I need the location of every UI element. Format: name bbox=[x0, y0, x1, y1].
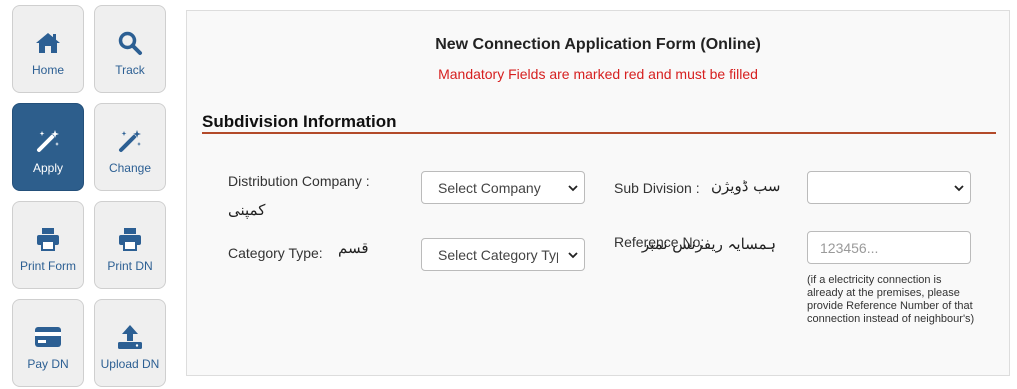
mandatory-note: Mandatory Fields are marked red and must… bbox=[438, 66, 758, 82]
track-label: Track bbox=[115, 63, 145, 77]
home-icon bbox=[35, 30, 61, 56]
track-button[interactable]: Track bbox=[94, 5, 166, 93]
form-title: New Connection Application Form (Online) bbox=[435, 36, 761, 53]
reference-no-urdu-label: ہمسایہ ریفرنس نمبر bbox=[641, 235, 776, 253]
change-button[interactable]: Change bbox=[94, 103, 166, 191]
magic-wand-icon bbox=[35, 128, 61, 154]
sub-division-label: Sub Division : bbox=[614, 180, 700, 196]
category-type-select[interactable]: Select Category Type bbox=[421, 238, 585, 271]
change-label: Change bbox=[108, 161, 152, 175]
pay-dn-button[interactable]: Pay DN bbox=[12, 299, 84, 387]
print-dn-button[interactable]: Print DN bbox=[94, 201, 166, 289]
distribution-company-label: Distribution Company : bbox=[228, 173, 370, 189]
magic-wand-icon bbox=[117, 128, 143, 154]
reference-no-hint: (if a electricity connection is already … bbox=[807, 274, 975, 325]
home-button[interactable]: Home bbox=[12, 5, 84, 93]
upload-dn-button[interactable]: Upload DN bbox=[94, 299, 166, 387]
section-title: Subdivision Information bbox=[202, 112, 397, 131]
upload-dn-label: Upload DN bbox=[100, 357, 160, 371]
chevron-down-icon bbox=[568, 185, 578, 192]
chevron-down-icon bbox=[568, 252, 578, 259]
home-label: Home bbox=[31, 63, 64, 77]
search-icon bbox=[117, 30, 143, 56]
category-type-selected: Select Category Type bbox=[438, 246, 558, 263]
sub-division-urdu-label: سب ڈویژن bbox=[711, 177, 781, 195]
sub-division-select[interactable] bbox=[807, 171, 971, 204]
chevron-down-icon bbox=[954, 185, 964, 192]
credit-card-icon bbox=[34, 324, 62, 350]
reference-no-input[interactable] bbox=[807, 231, 971, 264]
print-form-button[interactable]: Print Form bbox=[12, 201, 84, 289]
distribution-company-selected: Select Company bbox=[438, 179, 541, 196]
category-type-urdu-label: قسم bbox=[338, 239, 369, 257]
distribution-company-select[interactable]: Select Company bbox=[421, 171, 585, 204]
form-panel: New Connection Application Form (Online)… bbox=[186, 10, 1010, 376]
printer-icon bbox=[35, 226, 61, 252]
distribution-company-urdu-label: کمپنی bbox=[228, 201, 266, 219]
apply-label: Apply bbox=[32, 161, 64, 175]
pay-dn-label: Pay DN bbox=[27, 357, 69, 371]
print-dn-label: Print DN bbox=[107, 259, 153, 273]
section-divider bbox=[202, 132, 996, 134]
printer-icon bbox=[117, 226, 143, 252]
upload-icon bbox=[117, 324, 143, 350]
category-type-label: Category Type: bbox=[228, 245, 323, 261]
print-form-label: Print Form bbox=[19, 259, 76, 273]
apply-button[interactable]: Apply bbox=[12, 103, 84, 191]
